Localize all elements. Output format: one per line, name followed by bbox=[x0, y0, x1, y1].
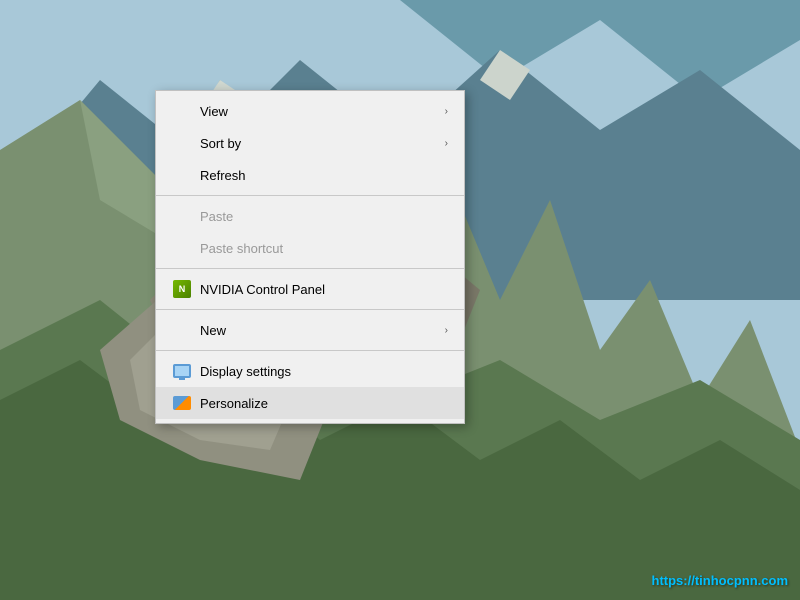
view-chevron-icon: › bbox=[445, 106, 448, 117]
menu-item-personalize[interactable]: Personalize bbox=[156, 387, 464, 419]
nvidia-label: NVIDIA Control Panel bbox=[200, 282, 448, 297]
new-label: New bbox=[200, 323, 445, 338]
personalize-label: Personalize bbox=[200, 396, 448, 411]
menu-item-sort-by[interactable]: Sort by› bbox=[156, 127, 464, 159]
watermark: https://tinhocpnn.com bbox=[652, 573, 788, 588]
context-menu: View›Sort by›RefreshPastePaste shortcutN… bbox=[155, 90, 465, 424]
personalize-icon bbox=[172, 393, 192, 413]
sort-by-chevron-icon: › bbox=[445, 138, 448, 149]
nvidia-icon: N bbox=[173, 280, 191, 298]
menu-item-view[interactable]: View› bbox=[156, 95, 464, 127]
view-icon-spacer bbox=[172, 101, 192, 121]
refresh-icon-spacer bbox=[172, 165, 192, 185]
menu-item-refresh[interactable]: Refresh bbox=[156, 159, 464, 191]
display-icon bbox=[173, 364, 191, 378]
new-icon-spacer bbox=[172, 320, 192, 340]
paste-shortcut-label: Paste shortcut bbox=[200, 241, 448, 256]
menu-item-display[interactable]: Display settings bbox=[156, 355, 464, 387]
new-chevron-icon: › bbox=[445, 325, 448, 336]
display-label: Display settings bbox=[200, 364, 448, 379]
separator-sep1 bbox=[156, 195, 464, 196]
separator-sep2 bbox=[156, 268, 464, 269]
separator-sep3 bbox=[156, 309, 464, 310]
display-icon bbox=[172, 361, 192, 381]
refresh-label: Refresh bbox=[200, 168, 448, 183]
menu-item-nvidia[interactable]: N NVIDIA Control Panel bbox=[156, 273, 464, 305]
paste-icon-spacer bbox=[172, 206, 192, 226]
menu-item-paste-shortcut: Paste shortcut bbox=[156, 232, 464, 264]
paste-shortcut-icon-spacer bbox=[172, 238, 192, 258]
sort-by-icon-spacer bbox=[172, 133, 192, 153]
paste-label: Paste bbox=[200, 209, 448, 224]
menu-item-new[interactable]: New› bbox=[156, 314, 464, 346]
nvidia-icon: N bbox=[172, 279, 192, 299]
personalize-icon bbox=[173, 396, 191, 410]
separator-sep4 bbox=[156, 350, 464, 351]
sort-by-label: Sort by bbox=[200, 136, 445, 151]
menu-item-paste: Paste bbox=[156, 200, 464, 232]
view-label: View bbox=[200, 104, 445, 119]
